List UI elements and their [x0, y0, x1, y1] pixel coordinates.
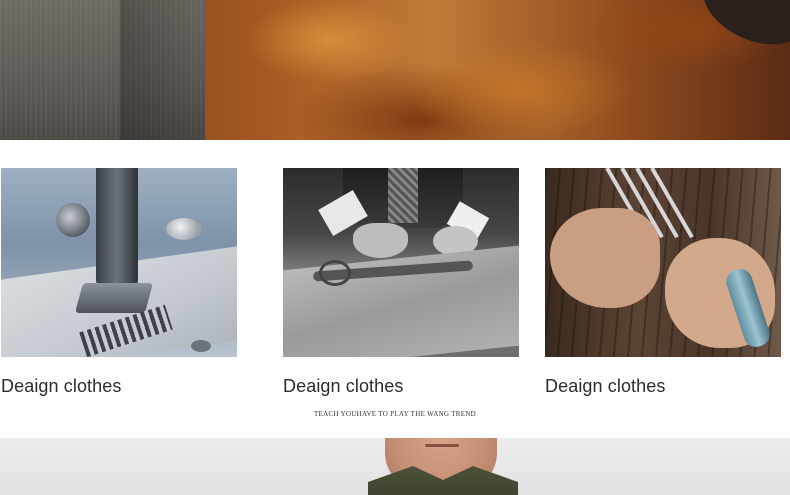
machine-knob [56, 203, 90, 237]
slogan-text: TEACH YOUHAVE TO PLAY THE WANG TREND [313, 410, 477, 418]
machine-knob-small [166, 218, 202, 240]
machine-arm [96, 168, 138, 288]
pattern-paper [283, 245, 519, 357]
tailor-hand [353, 223, 408, 258]
card-label[interactable]: Deaign clothes [283, 376, 403, 397]
tailor-tie [388, 168, 418, 223]
card-label[interactable]: Deaign clothes [1, 376, 121, 397]
card-handwork[interactable]: Deaign clothes [545, 168, 781, 396]
hero-banner [0, 0, 790, 140]
hand-needles-photo[interactable] [545, 168, 781, 357]
scissors-ring [319, 260, 351, 286]
card-sewing[interactable]: Deaign clothes [1, 168, 237, 396]
suit-fold [120, 0, 205, 140]
artisan-hand [550, 208, 660, 308]
presser-foot [74, 283, 154, 313]
bottom-banner [0, 438, 790, 495]
model-mouth [425, 444, 459, 447]
service-cards: Deaign clothes Deaign clothes Deaign clo… [0, 168, 790, 418]
pattern-cutting-photo[interactable] [283, 168, 519, 357]
hero-corner-shape [690, 0, 790, 60]
sewing-machine-photo[interactable] [1, 168, 237, 357]
machine-bolt [191, 340, 211, 352]
card-cutting[interactable]: Deaign clothes [283, 168, 519, 396]
card-label[interactable]: Deaign clothes [545, 376, 665, 397]
